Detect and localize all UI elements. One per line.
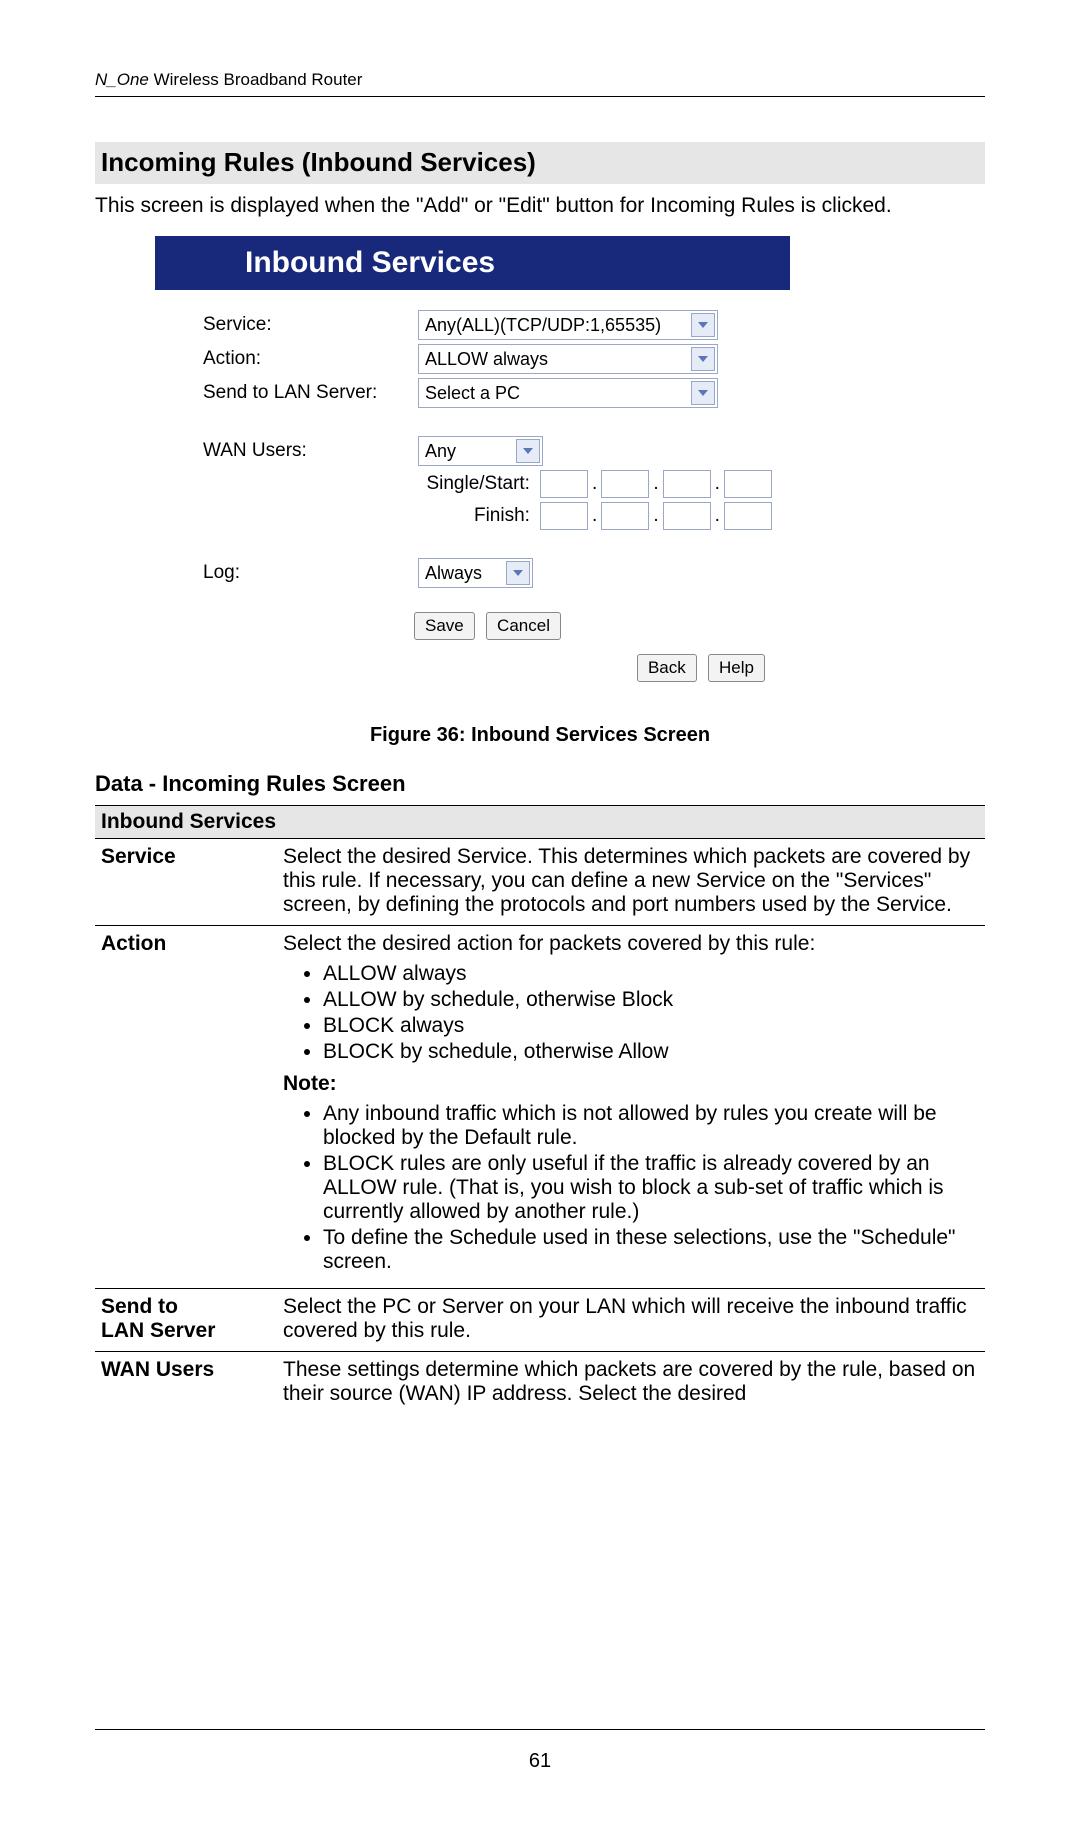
chevron-down-icon bbox=[691, 381, 715, 405]
label-action: Action: bbox=[203, 348, 418, 370]
action-note: BLOCK rules are only useful if the traff… bbox=[323, 1152, 979, 1224]
ip-start-octet-4[interactable] bbox=[724, 470, 772, 498]
log-select[interactable]: Always bbox=[418, 558, 533, 588]
table-row: Send to LAN Server Select the PC or Serv… bbox=[95, 1289, 985, 1352]
ip-finish-octet-3[interactable] bbox=[663, 502, 711, 530]
log-select-value: Always bbox=[425, 563, 482, 584]
wan-users-select-value: Any bbox=[425, 441, 456, 462]
ip-start-octet-2[interactable] bbox=[601, 470, 649, 498]
chevron-down-icon bbox=[516, 439, 540, 463]
note-label: Note: bbox=[283, 1072, 979, 1096]
row-action-cell: Select the desired action for packets co… bbox=[277, 926, 985, 1289]
inbound-services-screenshot: Inbound Services Service: Any(ALL)(TCP/U… bbox=[155, 236, 790, 694]
ip-finish-octet-4[interactable] bbox=[724, 502, 772, 530]
chevron-down-icon bbox=[506, 561, 530, 585]
ip-start-octet-1[interactable] bbox=[540, 470, 588, 498]
action-note: To define the Schedule used in these sel… bbox=[323, 1226, 979, 1274]
action-opt: BLOCK always bbox=[323, 1014, 979, 1038]
action-select[interactable]: ALLOW always bbox=[418, 344, 718, 374]
send-to-select-value: Select a PC bbox=[425, 383, 520, 404]
label-service: Service: bbox=[203, 314, 418, 336]
ip-finish-octet-2[interactable] bbox=[601, 502, 649, 530]
figure-caption: Figure 36: Inbound Services Screen bbox=[95, 724, 985, 747]
action-opt: BLOCK by schedule, otherwise Allow bbox=[323, 1040, 979, 1064]
section-title: Incoming Rules (Inbound Services) bbox=[95, 142, 985, 184]
action-select-value: ALLOW always bbox=[425, 349, 548, 370]
data-table: Inbound Services Service Select the desi… bbox=[95, 805, 985, 1414]
chevron-down-icon bbox=[691, 347, 715, 371]
row-action-label: Action bbox=[95, 926, 277, 1289]
label-log: Log: bbox=[203, 562, 418, 584]
label-send-to: Send to LAN Server: bbox=[203, 382, 418, 404]
row-service-text: Select the desired Service. This determi… bbox=[277, 839, 985, 926]
page-header: N_One Wireless Broadband Router bbox=[95, 70, 985, 97]
header-product-rest: Wireless Broadband Router bbox=[149, 70, 363, 89]
row-sendto-text: Select the PC or Server on your LAN whic… bbox=[277, 1289, 985, 1352]
save-button[interactable]: Save bbox=[414, 612, 475, 640]
action-opt: ALLOW by schedule, otherwise Block bbox=[323, 988, 979, 1012]
chevron-down-icon bbox=[691, 313, 715, 337]
label-wan-users: WAN Users: bbox=[203, 440, 418, 462]
table-row: Action Select the desired action for pac… bbox=[95, 926, 985, 1289]
page-footer: 61 bbox=[95, 1729, 985, 1773]
service-select[interactable]: Any(ALL)(TCP/UDP:1,65535) bbox=[418, 310, 718, 340]
cancel-button[interactable]: Cancel bbox=[486, 612, 561, 640]
screenshot-title: Inbound Services bbox=[155, 236, 790, 290]
header-product-italic: N_One bbox=[95, 70, 149, 89]
send-to-select[interactable]: Select a PC bbox=[418, 378, 718, 408]
table-header: Inbound Services bbox=[95, 806, 985, 839]
ip-finish-octet-1[interactable] bbox=[540, 502, 588, 530]
action-note: Any inbound traffic which is not allowed… bbox=[323, 1102, 979, 1150]
row-wanusers-text: These settings determine which packets a… bbox=[277, 1352, 985, 1415]
table-row: WAN Users These settings determine which… bbox=[95, 1352, 985, 1415]
help-button[interactable]: Help bbox=[708, 654, 765, 682]
wan-users-select[interactable]: Any bbox=[418, 436, 543, 466]
service-select-value: Any(ALL)(TCP/UDP:1,65535) bbox=[425, 315, 661, 336]
page-number: 61 bbox=[95, 1729, 985, 1773]
table-row: Service Select the desired Service. This… bbox=[95, 839, 985, 926]
row-service-label: Service bbox=[95, 839, 277, 926]
row-wanusers-label: WAN Users bbox=[95, 1352, 277, 1415]
intro-text: This screen is displayed when the "Add" … bbox=[95, 194, 985, 218]
action-opt: ALLOW always bbox=[323, 962, 979, 986]
label-finish: Finish: bbox=[203, 505, 540, 527]
row-action-intro: Select the desired action for packets co… bbox=[283, 932, 815, 955]
data-section-title: Data - Incoming Rules Screen bbox=[95, 771, 985, 797]
row-sendto-label: Send to LAN Server bbox=[95, 1289, 277, 1352]
label-single-start: Single/Start: bbox=[203, 473, 540, 495]
back-button[interactable]: Back bbox=[637, 654, 697, 682]
ip-start-octet-3[interactable] bbox=[663, 470, 711, 498]
